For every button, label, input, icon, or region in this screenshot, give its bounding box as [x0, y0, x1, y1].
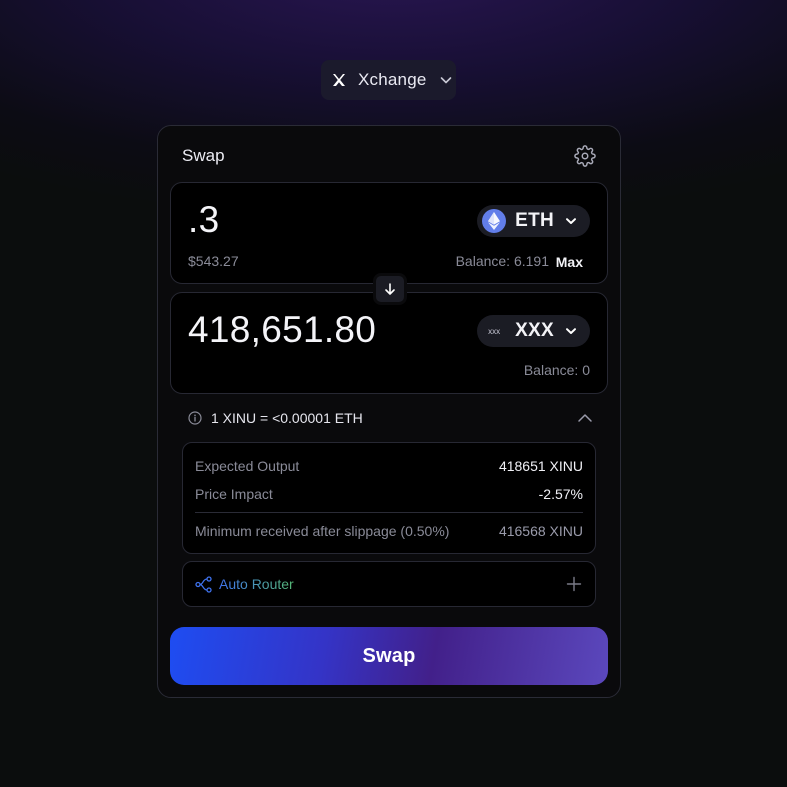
- swap-card: Swap .3 ETH $543.27 Balance: 6.191 Max 4…: [157, 125, 621, 698]
- from-balance: Balance: 6.191: [455, 253, 549, 269]
- to-amount-input[interactable]: 418,651.80: [188, 309, 376, 351]
- expected-output-label: Expected Output: [195, 458, 300, 474]
- divider: [195, 512, 583, 513]
- network-selector[interactable]: Xchange: [321, 60, 456, 100]
- chevron-up-icon[interactable]: [577, 411, 593, 425]
- min-received-value: 416568 XINU: [498, 523, 583, 539]
- chevron-down-icon: [564, 324, 578, 338]
- to-token-symbol: XXX: [515, 320, 554, 341]
- ethereum-icon: [482, 209, 507, 233]
- from-amount-input[interactable]: .3: [188, 199, 219, 241]
- info-icon: [188, 411, 202, 425]
- swap-details: Expected Output 418651 XINU Price Impact…: [182, 442, 596, 554]
- rate-row[interactable]: 1 XINU = <0.00001 ETH: [188, 410, 363, 426]
- price-impact-label: Price Impact: [195, 486, 273, 502]
- to-token-selector[interactable]: xxx XXX: [477, 315, 590, 347]
- from-token-symbol: ETH: [515, 210, 554, 231]
- swap-button[interactable]: Swap: [170, 627, 608, 685]
- chevron-down-icon: [439, 73, 453, 87]
- from-token-selector[interactable]: ETH: [477, 205, 590, 237]
- from-panel: .3 ETH $543.27 Balance: 6.191 Max: [170, 182, 608, 284]
- chevron-down-icon: [564, 214, 578, 228]
- to-balance: Balance: 0: [523, 362, 590, 378]
- network-selector-label: Xchange: [358, 70, 427, 89]
- gear-icon[interactable]: [574, 145, 596, 167]
- xxx-token-icon: xxx: [488, 326, 501, 336]
- route-icon: [195, 576, 212, 593]
- card-title: Swap: [182, 146, 225, 165]
- xchange-logo-icon: [332, 73, 346, 87]
- price-impact-value: -2.57%: [538, 486, 583, 502]
- expected-output-value: 418651 XINU: [498, 458, 583, 474]
- arrow-down-icon: [383, 282, 397, 296]
- min-received-row: Minimum received after slippage (0.50%) …: [195, 523, 583, 539]
- switch-tokens-button[interactable]: [373, 273, 407, 305]
- max-button[interactable]: Max: [556, 254, 583, 270]
- price-impact-row: Price Impact -2.57%: [195, 486, 583, 502]
- auto-router-label: Auto Router: [219, 576, 294, 592]
- auto-router-toggle[interactable]: Auto Router: [182, 561, 596, 607]
- expected-output-row: Expected Output 418651 XINU: [195, 458, 583, 474]
- to-panel: 418,651.80 xxx XXX Balance: 0: [170, 292, 608, 394]
- plus-icon: [566, 576, 582, 592]
- exchange-rate: 1 XINU = <0.00001 ETH: [211, 410, 363, 426]
- min-received-label: Minimum received after slippage (0.50%): [195, 523, 450, 539]
- from-usd-value: $543.27: [188, 253, 239, 269]
